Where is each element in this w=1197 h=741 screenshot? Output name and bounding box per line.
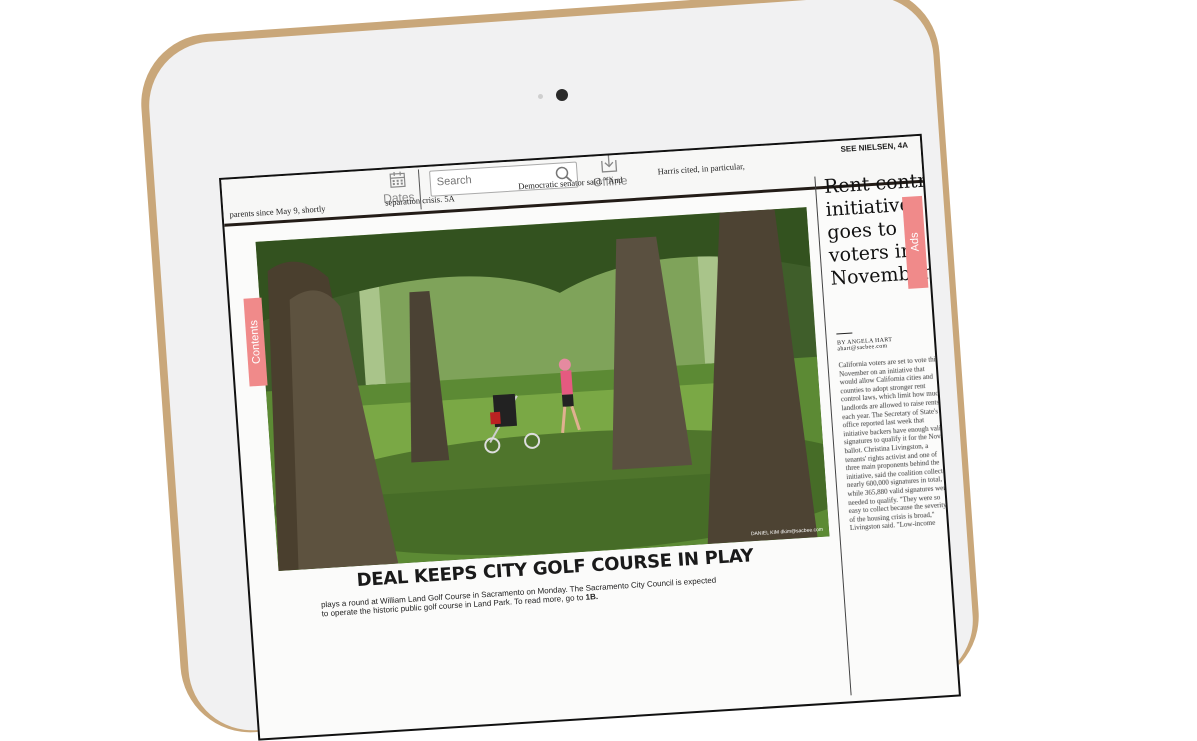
e-edition-screen: Dates Offline par — [219, 134, 961, 741]
golf-course-photo — [256, 207, 830, 571]
download-icon — [597, 151, 620, 174]
dates-button[interactable]: Dates — [377, 170, 420, 214]
front-camera — [556, 89, 568, 101]
ipad-device: Dates Offline par — [0, 0, 1197, 645]
byline-rule — [836, 333, 852, 335]
caption-page-ref[interactable]: 1B. — [585, 592, 598, 602]
light-sensor — [538, 94, 543, 99]
lead-photo[interactable]: DANIEL KIM dkim@sacbee.com — [256, 207, 830, 571]
side-story-byline: BY ANGELA HART ahart@sacbee.com — [836, 330, 893, 352]
side-story-body: California voters are set to vote this N… — [838, 355, 954, 533]
calendar-icon — [388, 170, 407, 189]
